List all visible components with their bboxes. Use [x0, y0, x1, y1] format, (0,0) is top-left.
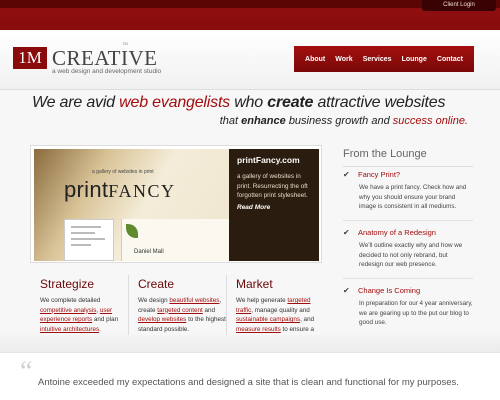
screenshot-thumbnail — [64, 219, 114, 261]
section-divider — [0, 335, 500, 352]
sidebar-title: From the Lounge — [343, 148, 427, 160]
lounge-post-excerpt: We'll outline exactly why and how we dec… — [359, 242, 463, 268]
main-nav: About Work Services Lounge Contact — [294, 46, 474, 72]
column-strategize: Strategize We complete detailed competit… — [40, 277, 130, 334]
thumb-line — [71, 238, 105, 240]
lounge-post-excerpt: In preparation for our 4 year anniversar… — [359, 300, 473, 326]
featured-slideshow[interactable]: a gallery of websites in print printFANC… — [30, 145, 322, 263]
service-link[interactable]: competitive analysis — [40, 307, 96, 314]
column-text: We complete detailed competitive analysi… — [40, 296, 130, 334]
hero-highlight: success online. — [392, 115, 468, 127]
lounge-post-title[interactable]: Change Is Coming — [358, 286, 420, 295]
text: , and — [300, 316, 315, 323]
hero-text: business growth and — [288, 115, 390, 127]
text: We help generate — [236, 297, 286, 304]
lounge-post: ✔ Fancy Print? We have a print fancy. Che… — [343, 170, 473, 212]
art-logo-print: print — [64, 177, 109, 202]
sidebar-separator — [343, 220, 473, 221]
art-logo: printFANCY — [64, 177, 175, 203]
lounge-post-title[interactable]: Fancy Print? — [358, 170, 400, 179]
text: and plan — [93, 316, 119, 323]
check-icon: ✔ — [343, 227, 350, 237]
featured-title[interactable]: printFancy.com — [237, 155, 311, 165]
art-tagline: a gallery of websites in print — [92, 169, 154, 175]
service-link[interactable]: beautiful websites — [169, 297, 219, 304]
column-text: We design beautiful websites, create tar… — [138, 296, 228, 334]
column-divider — [128, 275, 129, 337]
site-tagline: a web design and development studio — [52, 68, 162, 75]
logo-mark[interactable]: 1M — [13, 47, 47, 69]
lounge-post-title[interactable]: Anatomy of a Redesign — [358, 228, 436, 237]
read-more-link[interactable]: Read More — [237, 204, 311, 211]
text: We complete detailed — [40, 297, 101, 304]
column-create: Create We design beautiful websites, cre… — [138, 277, 228, 334]
hero-text: We are avid — [32, 94, 115, 111]
service-link[interactable]: measure results — [236, 326, 281, 333]
thumb-line — [71, 226, 101, 228]
lounge-post: ✔ Anatomy of a Redesign We'll outline exa… — [343, 228, 473, 270]
thumb-line — [71, 244, 91, 246]
logo-trademark: TM — [122, 41, 128, 46]
lounge-post-link[interactable]: ✔ Fancy Print? — [343, 170, 473, 179]
service-link[interactable]: targeted content — [157, 307, 203, 314]
nav-item-work[interactable]: Work — [335, 56, 352, 63]
author-card: Daniel Mall — [121, 219, 229, 261]
featured-image[interactable]: a gallery of websites in print printFANC… — [34, 149, 229, 261]
text: , manage quality and — [251, 306, 310, 314]
service-link[interactable]: develop websites — [138, 316, 186, 323]
hero-emphasis: create — [267, 94, 314, 111]
service-link[interactable]: sustainable campaigns — [236, 316, 300, 323]
text: . — [99, 325, 101, 333]
art-logo-fancy: FANCY — [108, 181, 176, 201]
nav-item-contact[interactable]: Contact — [437, 56, 463, 63]
text: We design — [138, 297, 168, 304]
lounge-post: ✔ Change Is Coming In preparation for our… — [343, 286, 473, 328]
quote-icon: “ — [20, 356, 33, 387]
check-icon: ✔ — [343, 169, 350, 179]
hero-headline: We are avid web evangelists who create a… — [32, 94, 472, 112]
nav-item-services[interactable]: Services — [363, 56, 392, 63]
column-market: Market We help generate targeted traffic… — [236, 277, 326, 344]
column-divider — [226, 275, 227, 337]
sidebar-separator — [343, 278, 473, 279]
sidebar-divider — [343, 166, 473, 167]
hero-subline: that enhance business growth and success… — [0, 115, 468, 127]
lounge-post-link[interactable]: ✔ Anatomy of a Redesign — [343, 228, 473, 237]
lounge-post-excerpt: We have a print fancy. Check how and why… — [359, 184, 467, 210]
column-title: Market — [236, 277, 273, 291]
testimonial-text: Antoine exceeded my expectations and des… — [38, 377, 459, 388]
thumb-line — [71, 232, 95, 234]
featured-info: printFancy.com a gallery of websites in … — [229, 149, 319, 261]
leaf-icon — [126, 224, 138, 238]
lounge-post-link[interactable]: ✔ Change Is Coming — [343, 286, 473, 295]
client-login-button[interactable]: Client Login — [422, 0, 496, 11]
hero-text: that — [219, 115, 239, 127]
column-title: Create — [138, 277, 175, 291]
service-link[interactable]: intuitive architectures — [40, 326, 99, 333]
hero-text: attractive websites — [317, 94, 446, 111]
hero-emphasis: enhance — [241, 115, 286, 127]
nav-item-lounge[interactable]: Lounge — [402, 56, 427, 63]
hero-highlight: web evangelists — [119, 94, 230, 111]
author-name: Daniel Mall — [134, 249, 164, 255]
column-title: Strategize — [40, 277, 95, 291]
hero-text: who — [234, 94, 264, 111]
featured-description: a gallery of websites in print. Resurrec… — [237, 173, 308, 199]
nav-item-about[interactable]: About — [305, 56, 325, 63]
text: and — [204, 306, 216, 314]
check-icon: ✔ — [343, 285, 350, 295]
text: , — [96, 306, 99, 314]
